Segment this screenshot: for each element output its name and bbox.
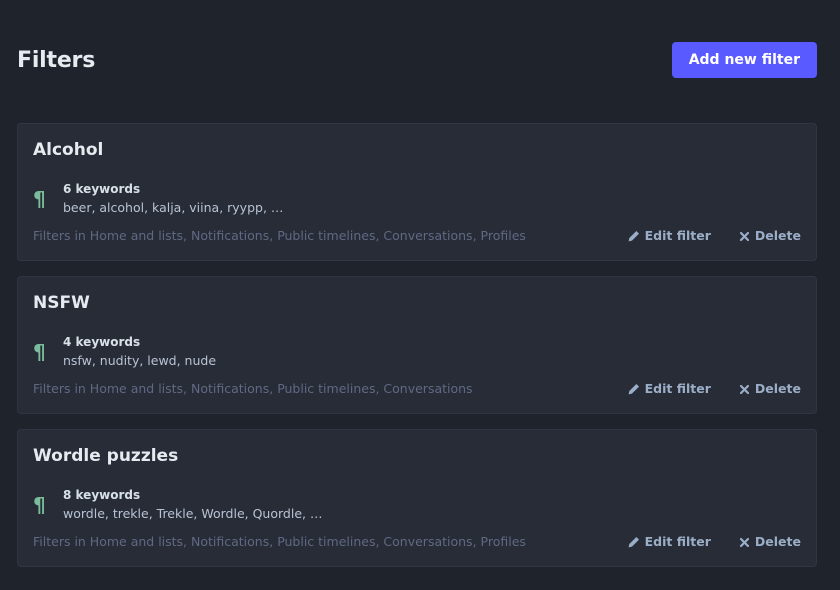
filter-list: Alcohol ¶ 6 keywords beer, alcohol, kalj…: [17, 123, 817, 582]
page-title: Filters: [17, 47, 96, 73]
edit-filter-label: Edit filter: [644, 534, 711, 549]
edit-filter-label: Edit filter: [644, 228, 711, 243]
pencil-icon: [628, 230, 639, 242]
keyword-list: nsfw, nudity, lewd, nude: [63, 353, 217, 368]
delete-filter-label: Delete: [754, 534, 801, 549]
filter-title: Wordle puzzles: [33, 446, 179, 466]
filter-contexts: Filters in Home and lists, Notifications…: [33, 228, 526, 243]
delete-filter-label: Delete: [754, 381, 801, 396]
keyword-count: 4 keywords: [63, 335, 141, 349]
times-icon: [739, 537, 750, 547]
filter-actions: Edit filter Delete: [600, 533, 801, 551]
edit-filter-button[interactable]: Edit filter: [628, 227, 711, 245]
edit-filter-button[interactable]: Edit filter: [628, 380, 711, 398]
filter-title: NSFW: [33, 293, 90, 313]
edit-filter-label: Edit filter: [644, 381, 711, 396]
delete-filter-label: Delete: [754, 228, 801, 243]
keyword-summary: ¶ 6 keywords beer, alcohol, kalja, viina…: [33, 181, 283, 217]
filter-contexts: Filters in Home and lists, Notifications…: [33, 381, 473, 396]
filter-title: Alcohol: [33, 140, 104, 160]
edit-filter-button[interactable]: Edit filter: [628, 533, 711, 551]
keyword-summary: ¶ 8 keywords wordle, trekle, Trekle, Wor…: [33, 487, 322, 523]
times-icon: [739, 231, 750, 241]
pencil-icon: [628, 383, 639, 395]
filter-card: Wordle puzzles ¶ 8 keywords wordle, trek…: [17, 429, 817, 567]
keyword-list: wordle, trekle, Trekle, Wordle, Quordle,…: [63, 506, 323, 521]
add-new-filter-button[interactable]: Add new filter: [671, 42, 817, 78]
delete-filter-button[interactable]: Delete: [739, 380, 801, 398]
keyword-summary: ¶ 4 keywords nsfw, nudity, lewd, nude: [33, 334, 216, 370]
filter-card: NSFW ¶ 4 keywords nsfw, nudity, lewd, nu…: [17, 276, 817, 414]
paragraph-icon: ¶: [33, 187, 46, 211]
keyword-list: beer, alcohol, kalja, viina, ryypp, …: [63, 200, 284, 215]
paragraph-icon: ¶: [33, 340, 46, 364]
paragraph-icon: ¶: [33, 493, 46, 517]
delete-filter-button[interactable]: Delete: [739, 533, 801, 551]
filter-contexts: Filters in Home and lists, Notifications…: [33, 534, 526, 549]
pencil-icon: [628, 536, 639, 548]
filters-page: Filters Add new filter Alcohol ¶ 6 keywo…: [0, 0, 840, 590]
page-header: Filters Add new filter: [17, 42, 817, 78]
filter-card: Alcohol ¶ 6 keywords beer, alcohol, kalj…: [17, 123, 817, 261]
delete-filter-button[interactable]: Delete: [739, 227, 801, 245]
filter-actions: Edit filter Delete: [600, 380, 801, 398]
keyword-count: 6 keywords: [63, 182, 141, 196]
times-icon: [739, 384, 750, 394]
filter-actions: Edit filter Delete: [600, 227, 801, 245]
keyword-count: 8 keywords: [63, 488, 141, 502]
